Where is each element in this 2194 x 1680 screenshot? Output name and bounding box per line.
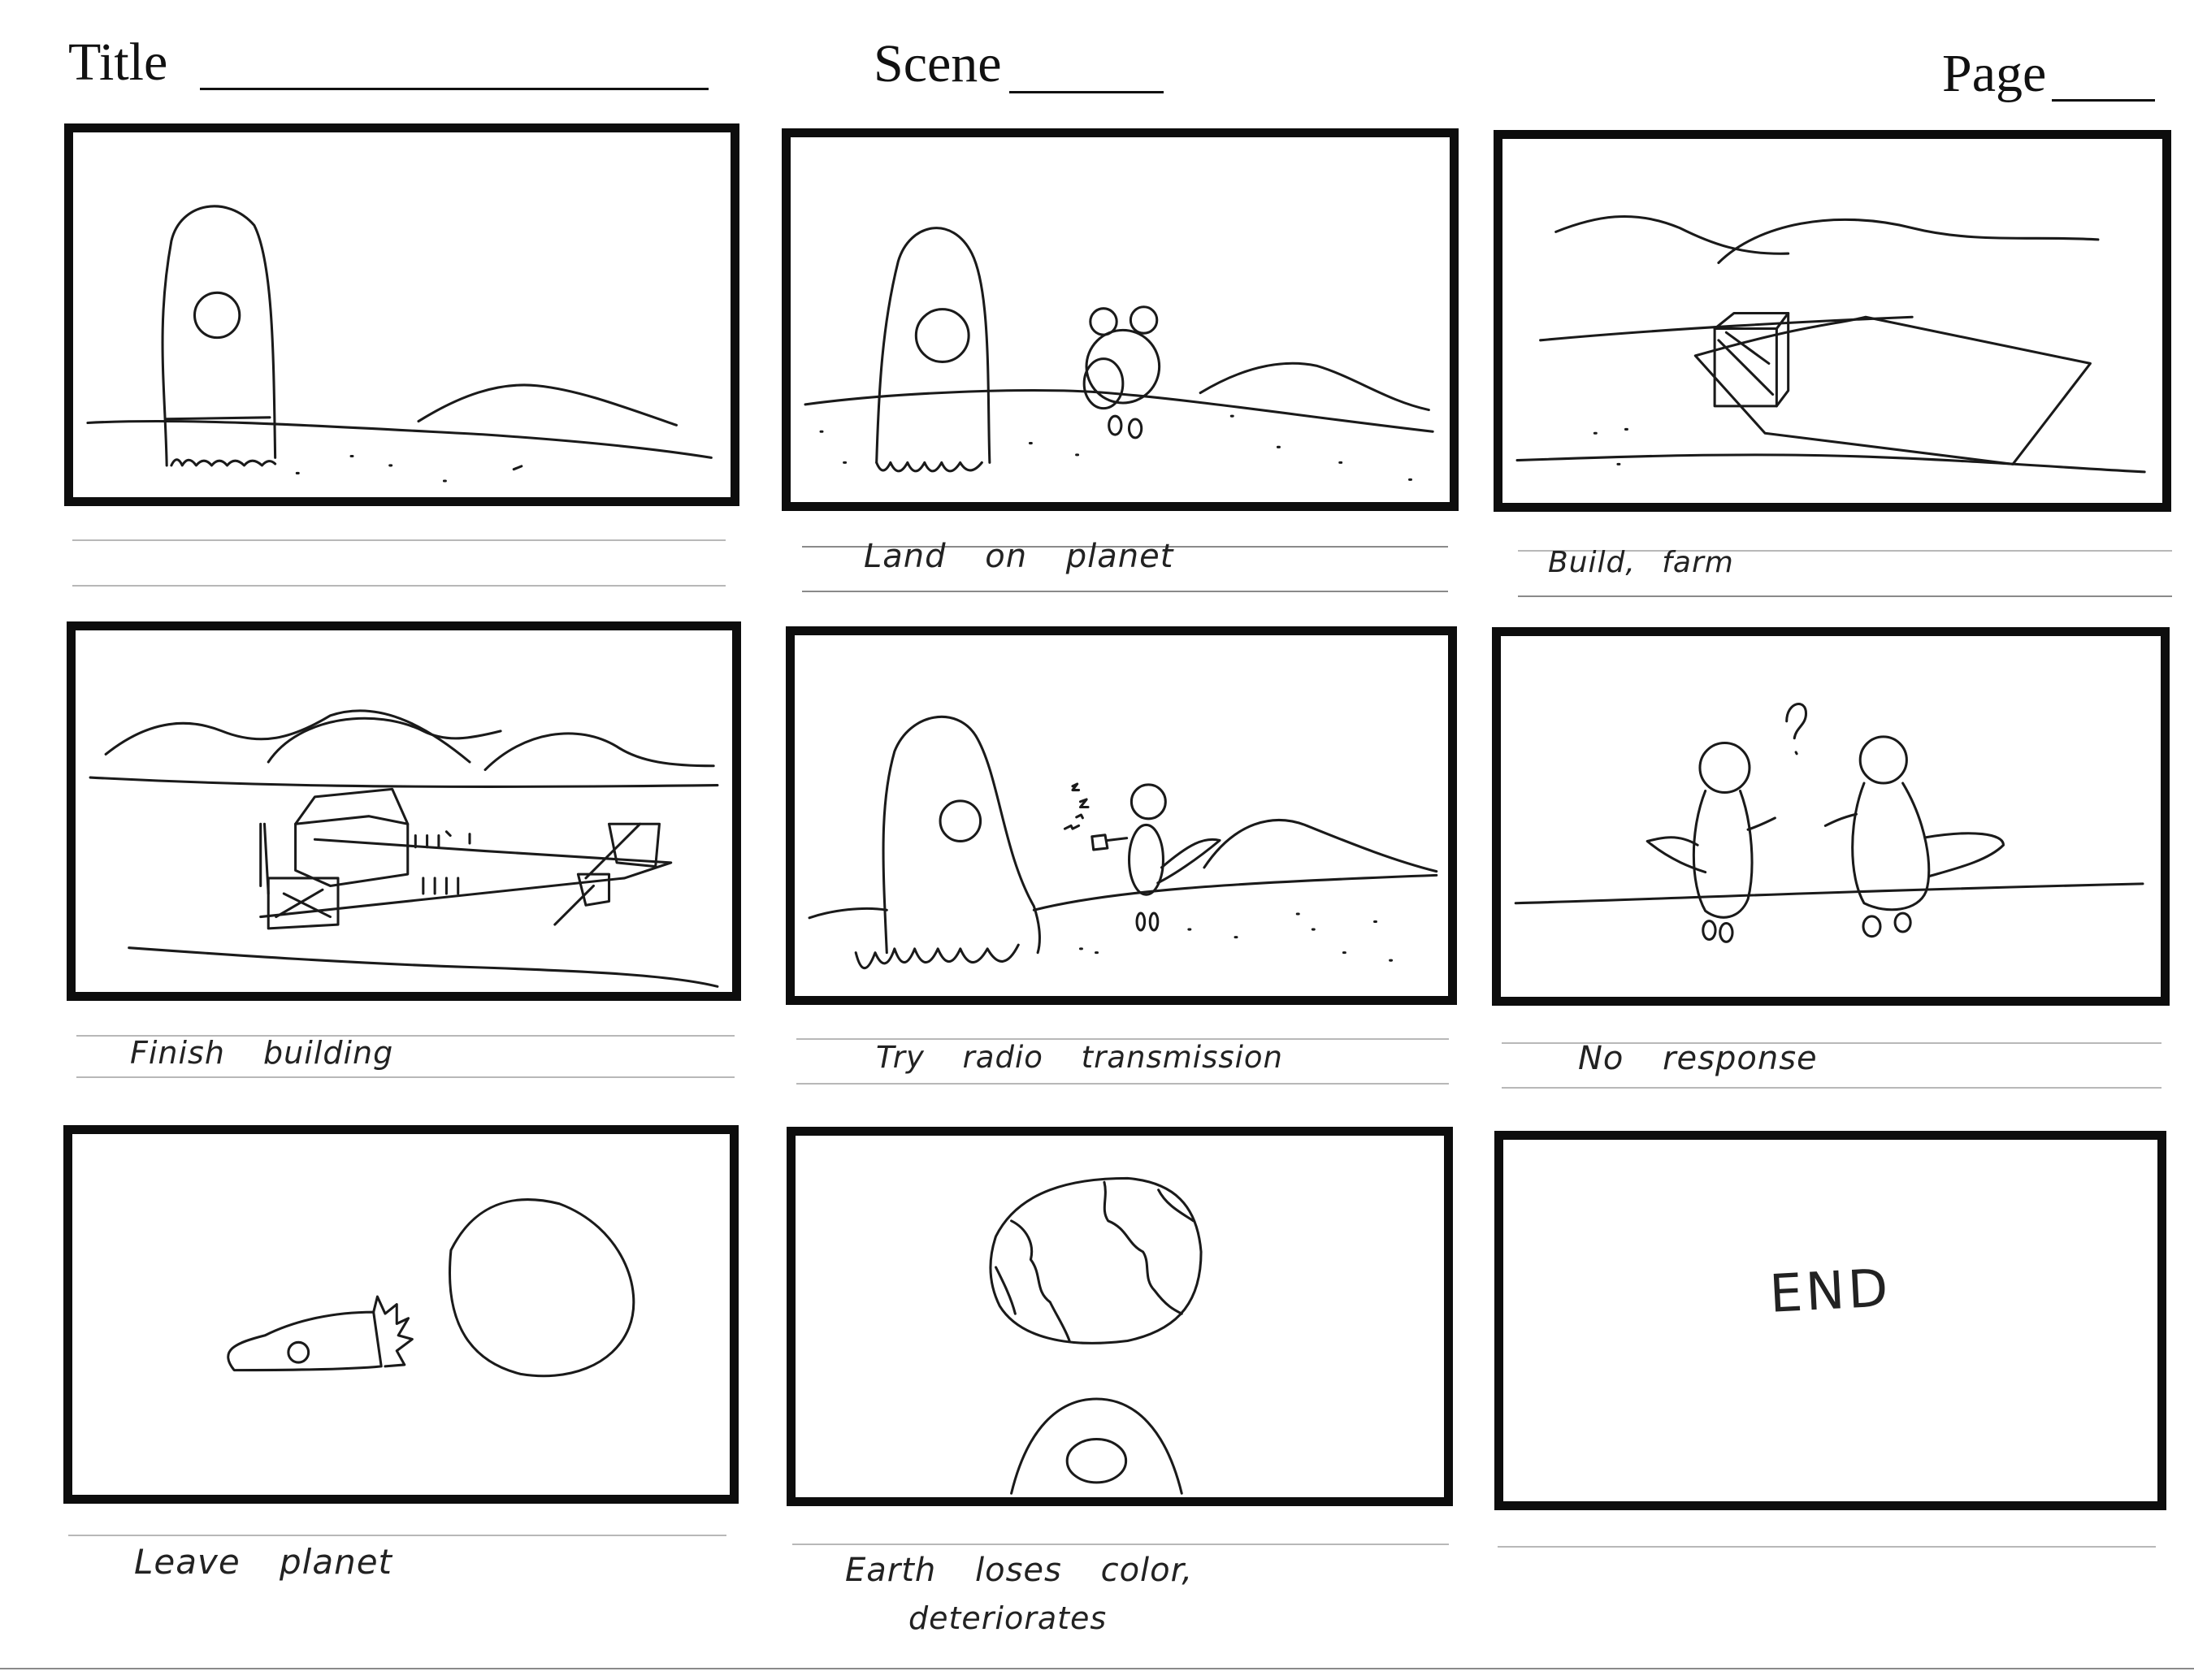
sketch-no-response xyxy=(1514,703,2144,943)
scene-field-line xyxy=(1009,91,1164,93)
panel-8-caption: Earth loses color, xyxy=(845,1552,1194,1589)
storyboard-panel-2 xyxy=(782,128,1459,511)
caption-rule xyxy=(792,1544,1449,1545)
caption-rule xyxy=(1498,1546,2156,1548)
caption-rule xyxy=(68,1535,726,1536)
end-text: END xyxy=(1767,1258,1893,1325)
panel-3-caption: Build, farm xyxy=(1548,546,1734,579)
page-bottom-edge xyxy=(0,1668,2194,1669)
panel-6-caption: No response xyxy=(1578,1040,1818,1077)
sketch-rocket-landing xyxy=(86,205,713,483)
storyboard-panel-9: END xyxy=(1494,1131,2166,1510)
caption-rule xyxy=(796,1083,1449,1085)
storyboard-panel-4 xyxy=(67,621,741,1001)
panel-2-caption: Land on planet xyxy=(864,538,1174,575)
title-label: Title xyxy=(68,32,168,92)
panel-7-caption: Leave planet xyxy=(134,1542,393,1582)
panel-4-caption: Finish building xyxy=(130,1035,394,1071)
scene-label: Scene xyxy=(874,34,1002,93)
caption-rule xyxy=(1502,1087,2161,1089)
caption-rule xyxy=(72,585,726,587)
sketch-earth-deteriorates xyxy=(989,1176,1203,1495)
storyboard-panel-3 xyxy=(1494,130,2171,512)
storyboard-panel-8 xyxy=(787,1127,1453,1506)
caption-rule xyxy=(72,539,726,541)
sketch-build-farm xyxy=(1515,215,2146,474)
title-field-line xyxy=(200,88,709,90)
panel-5-caption: Try radio transmission xyxy=(876,1040,1284,1075)
storyboard-panel-5 xyxy=(786,626,1457,1005)
sketch-landed-on-planet xyxy=(804,227,1434,481)
storyboard-panel-7 xyxy=(63,1125,739,1504)
sketch-finished-building xyxy=(89,709,719,988)
panel-8-caption-line-2: deteriorates xyxy=(908,1600,1108,1636)
page-label: Page xyxy=(1942,44,2047,103)
caption-rule xyxy=(802,591,1448,592)
sketch-leave-planet xyxy=(227,1198,635,1378)
storyboard-panel-1 xyxy=(64,123,739,506)
caption-rule xyxy=(76,1076,735,1078)
storyboard-panel-6 xyxy=(1492,627,2170,1006)
caption-rule xyxy=(1518,595,2172,597)
page-field-line xyxy=(2052,99,2155,102)
sketch-radio-transmission xyxy=(808,715,1438,970)
